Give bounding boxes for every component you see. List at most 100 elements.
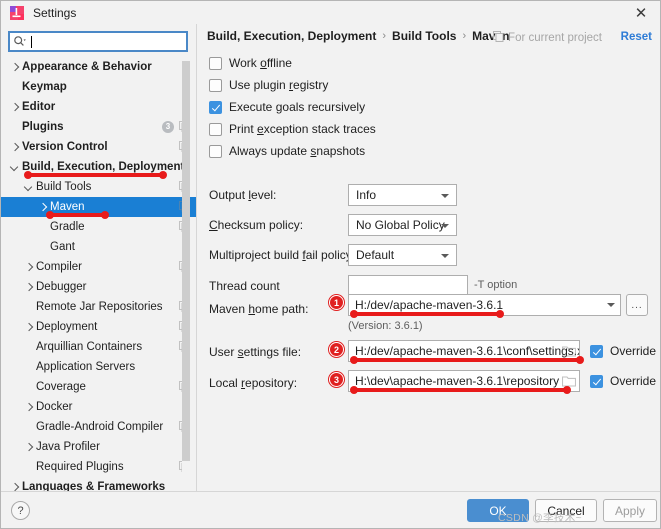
sidebar-item-gradle-android-compiler[interactable]: Gradle-Android Compiler bbox=[1, 417, 196, 437]
folder-icon[interactable] bbox=[562, 345, 576, 357]
chevron-right-icon[interactable] bbox=[23, 261, 36, 274]
user-settings-file-value: H:/dev/apache-maven-3.6.1\conf\settings.… bbox=[355, 344, 580, 358]
checkbox-label: Always update snapshots bbox=[229, 144, 365, 158]
sidebar-item-build-tools[interactable]: Build Tools bbox=[1, 177, 196, 197]
local-repository-label: Local repository: bbox=[209, 376, 297, 390]
multiproject-fail-policy-value: Default bbox=[356, 248, 394, 262]
user-settings-override-checkbox[interactable] bbox=[590, 345, 603, 358]
breadcrumb: Build, Execution, Deployment › Build Too… bbox=[207, 29, 510, 43]
sidebar-item-label: Gradle bbox=[50, 221, 85, 233]
thread-count-label: Thread count bbox=[209, 279, 280, 293]
sidebar-item-application-servers[interactable]: Application Servers bbox=[1, 357, 196, 377]
chevron-down-icon[interactable] bbox=[23, 181, 36, 194]
output-level-label: Output level: bbox=[209, 188, 276, 202]
search-input[interactable] bbox=[8, 31, 188, 52]
sidebar-item-gant[interactable]: Gant bbox=[1, 237, 196, 257]
checkbox-use-plugin-registry[interactable]: Use plugin registry bbox=[209, 78, 328, 92]
close-icon[interactable]: ✕ bbox=[626, 1, 656, 24]
sidebar-item-appearance-behavior[interactable]: Appearance & Behavior bbox=[1, 57, 196, 77]
sidebar-item-coverage[interactable]: Coverage bbox=[1, 377, 196, 397]
reset-link[interactable]: Reset bbox=[621, 31, 652, 43]
chevron-right-icon[interactable] bbox=[23, 441, 36, 454]
chevron-right-icon[interactable] bbox=[23, 281, 36, 294]
sidebar-item-debugger[interactable]: Debugger bbox=[1, 277, 196, 297]
user-settings-file-label: User settings file: bbox=[209, 345, 301, 359]
sidebar-item-label: Build Tools bbox=[36, 181, 91, 193]
sidebar-item-arquillian-containers[interactable]: Arquillian Containers bbox=[1, 337, 196, 357]
settings-tree[interactable]: Appearance & BehaviorKeymapEditorPlugins… bbox=[1, 57, 196, 491]
checkbox-box[interactable] bbox=[209, 101, 222, 114]
apply-button[interactable]: Apply bbox=[603, 499, 657, 522]
multiproject-fail-policy-select[interactable]: Default bbox=[348, 244, 457, 266]
sidebar-item-plugins[interactable]: Plugins 3 bbox=[1, 117, 196, 137]
output-level-select[interactable]: Info bbox=[348, 184, 457, 206]
chevron-right-icon[interactable] bbox=[9, 61, 22, 74]
checkbox-label: Execute goals recursively bbox=[229, 100, 365, 114]
settings-dialog: Settings ✕ Appearance & BehaviorKeymapEd… bbox=[0, 0, 661, 529]
checkbox-always-update-snapshots[interactable]: Always update snapshots bbox=[209, 144, 365, 158]
checkbox-box[interactable] bbox=[209, 145, 222, 158]
local-repository-override-checkbox[interactable] bbox=[590, 375, 603, 388]
breadcrumb-item-1[interactable]: Build Tools bbox=[392, 29, 456, 43]
sidebar-item-java-profiler[interactable]: Java Profiler bbox=[1, 437, 196, 457]
sidebar-item-deployment[interactable]: Deployment bbox=[1, 317, 196, 337]
folder-icon[interactable] bbox=[562, 375, 576, 387]
checksum-policy-select[interactable]: No Global Policy bbox=[348, 214, 457, 236]
sidebar-item-label: Version Control bbox=[22, 141, 108, 153]
annotation-underline-sidebar-bed bbox=[27, 173, 164, 177]
sidebar-item-label: Coverage bbox=[36, 381, 86, 393]
chevron-right-icon[interactable] bbox=[23, 401, 36, 414]
sidebar-item-label: Plugins bbox=[22, 121, 64, 133]
local-repository-override-row[interactable]: Override bbox=[590, 374, 656, 388]
annotation-underline-sidebar-maven bbox=[49, 213, 106, 217]
chevron-down-icon bbox=[441, 224, 449, 228]
checkbox-execute-goals-recursively[interactable]: Execute goals recursively bbox=[209, 100, 365, 114]
chevron-down-icon bbox=[441, 254, 449, 258]
chevron-right-icon[interactable] bbox=[9, 481, 22, 492]
sidebar-item-label: Languages & Frameworks bbox=[22, 481, 165, 491]
sidebar-item-editor[interactable]: Editor bbox=[1, 97, 196, 117]
sidebar-item-label: Docker bbox=[36, 401, 72, 413]
chevron-right-icon[interactable] bbox=[9, 101, 22, 114]
sidebar-item-count-badge: 3 bbox=[162, 121, 174, 133]
checkbox-label: Work offline bbox=[229, 56, 292, 70]
maven-home-path-browse-button[interactable]: ... bbox=[626, 294, 648, 316]
search-caret bbox=[31, 36, 32, 48]
checkbox-label: Print exception stack traces bbox=[229, 122, 376, 136]
chevron-right-icon[interactable] bbox=[9, 141, 22, 154]
sidebar-item-remote-jar-repositories[interactable]: Remote Jar Repositories bbox=[1, 297, 196, 317]
sidebar-scrollbar-thumb[interactable] bbox=[182, 61, 190, 461]
sidebar-item-keymap[interactable]: Keymap bbox=[1, 77, 196, 97]
maven-home-path-label: Maven home path: bbox=[209, 302, 308, 316]
sidebar-item-label: Arquillian Containers bbox=[36, 341, 142, 353]
annotation-marker-1: 1 bbox=[329, 295, 344, 310]
checkbox-label: Use plugin registry bbox=[229, 78, 328, 92]
checkbox-print-exception-stack-traces[interactable]: Print exception stack traces bbox=[209, 122, 376, 136]
sidebar-item-label: Java Profiler bbox=[36, 441, 100, 453]
copy-icon bbox=[493, 31, 504, 45]
checkbox-box[interactable] bbox=[209, 123, 222, 136]
user-settings-override-row[interactable]: Override bbox=[590, 344, 656, 358]
help-button[interactable]: ? bbox=[11, 501, 30, 520]
maven-home-path-dropdown-button[interactable] bbox=[601, 294, 621, 316]
sidebar-item-languages-frameworks[interactable]: Languages & Frameworks bbox=[1, 477, 196, 491]
checkbox-box[interactable] bbox=[209, 79, 222, 92]
checkbox-box[interactable] bbox=[209, 57, 222, 70]
chevron-down-icon[interactable] bbox=[9, 161, 22, 174]
annotation-underline-1 bbox=[353, 312, 501, 316]
csdn-watermark: CSDN @李技术~ bbox=[498, 510, 582, 525]
sidebar-item-docker[interactable]: Docker bbox=[1, 397, 196, 417]
sidebar-item-label: Maven bbox=[50, 201, 85, 213]
checksum-policy-label: Checksum policy: bbox=[209, 218, 303, 232]
sidebar-item-version-control[interactable]: Version Control bbox=[1, 137, 196, 157]
checkbox-work-offline[interactable]: Work offline bbox=[209, 56, 292, 70]
search-icon bbox=[13, 35, 26, 48]
chevron-right-icon[interactable] bbox=[23, 321, 36, 334]
chevron-down-icon bbox=[441, 194, 449, 198]
sidebar-item-compiler[interactable]: Compiler bbox=[1, 257, 196, 277]
sidebar-item-required-plugins[interactable]: Required Plugins bbox=[1, 457, 196, 477]
sidebar-item-gradle[interactable]: Gradle bbox=[1, 217, 196, 237]
output-level-value: Info bbox=[356, 188, 376, 202]
sidebar-item-label: Keymap bbox=[22, 81, 67, 93]
breadcrumb-item-0[interactable]: Build, Execution, Deployment bbox=[207, 29, 376, 43]
